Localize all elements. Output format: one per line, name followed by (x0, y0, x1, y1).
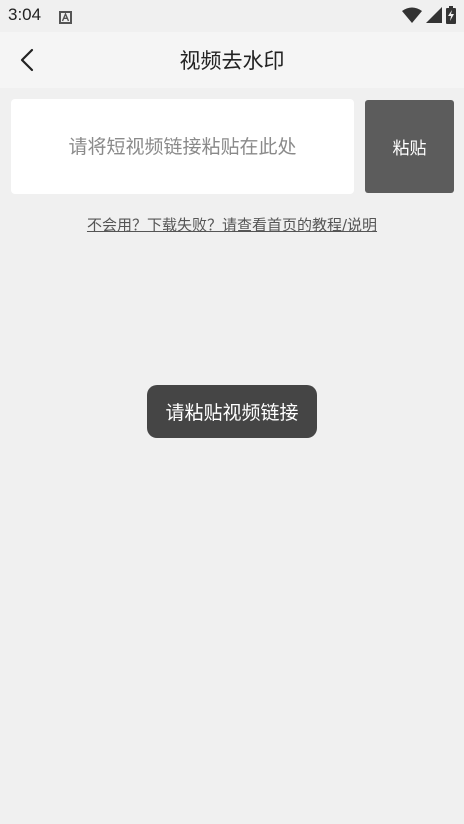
status-bar: 3:04 (0, 0, 464, 32)
wifi-icon (402, 7, 422, 27)
battery-charging-icon (446, 6, 456, 28)
toast-message: 请粘贴视频链接 (147, 385, 317, 438)
app-bar: 视频去水印 (0, 32, 464, 88)
help-link[interactable]: 不会用？下载失败？请查看首页的教程/说明 (0, 214, 464, 235)
paste-button[interactable]: 粘贴 (365, 100, 454, 193)
signal-icon (426, 7, 442, 27)
page-title: 视频去水印 (179, 49, 285, 73)
status-icons (402, 6, 456, 28)
a-icon (59, 9, 72, 24)
status-time: 3:04 (8, 5, 42, 24)
video-link-input[interactable] (11, 134, 354, 159)
url-input-container (11, 99, 354, 194)
